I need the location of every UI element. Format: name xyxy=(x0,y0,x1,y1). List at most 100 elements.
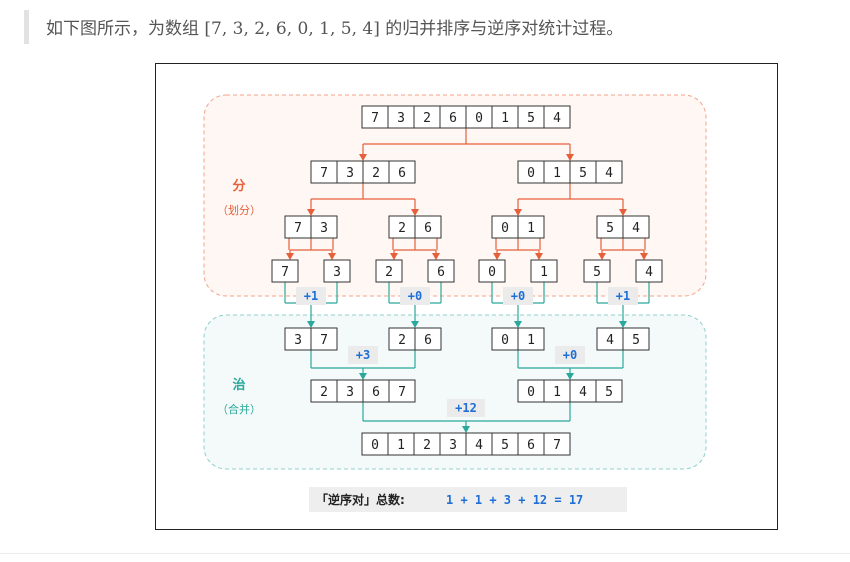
merge-level0-box-cell: 7 xyxy=(320,333,328,348)
divide-level1-box: 0 1 5 4 xyxy=(517,160,623,184)
divide-level2-box-cell: 1 xyxy=(527,221,535,236)
divide-level2-box-cell: 0 xyxy=(501,221,509,236)
divide-level2-box-cell: 2 xyxy=(398,221,406,236)
divide-level0-box: 7 3 2 6 0 1 5 4 xyxy=(361,105,571,129)
divide-level0-box-cell: 1 xyxy=(501,111,509,126)
divide-level1-box-cell: 6 xyxy=(398,166,406,181)
caption: 如下图所示，为数组 [7, 3, 2, 6, 0, 1, 5, 4] 的归并排序… xyxy=(46,14,623,39)
divide-level2-box-cell: 7 xyxy=(294,221,302,236)
caption-prefix: 如下图所示，为数组 xyxy=(46,19,205,39)
inversion-count-level3-text: +12 xyxy=(455,401,477,415)
inversion-count-level2-text: +3 xyxy=(356,348,370,362)
divide-level3-box: 6 xyxy=(427,259,455,283)
divide-level0-box-cell: 4 xyxy=(553,111,561,126)
inversion-count-level1-text: +1 xyxy=(304,289,318,303)
divide-level3-box-cell: 0 xyxy=(488,265,496,280)
divide-level2-box: 26 xyxy=(388,215,442,239)
divide-level2-box-cell: 5 xyxy=(606,221,614,236)
merge-title: 治 xyxy=(232,377,245,393)
divide-level3-box: 1 xyxy=(530,259,558,283)
caption-array: [7, 3, 2, 6, 0, 1, 5, 4] xyxy=(204,19,380,39)
merge-level1-box: 0 1 4 5 xyxy=(517,379,623,403)
inversion-count-level1-text: +0 xyxy=(511,289,525,303)
divide-level3-box-cell: 4 xyxy=(645,265,653,280)
divide-level3-box-cell: 6 xyxy=(437,265,445,280)
divide-level1-box: 7 3 2 6 xyxy=(310,160,416,184)
merge-level0-box-cell: 2 xyxy=(398,333,406,348)
diagram-frame: 7326015473260154732601547326015437260145… xyxy=(155,63,778,530)
inversion-count-level2-text: +0 xyxy=(563,348,577,362)
divide-level1-box-cell: 2 xyxy=(372,166,380,181)
merge-level0-box-cell: 3 xyxy=(294,333,302,348)
inversion-count-level1: +0 xyxy=(503,287,533,305)
divide-level2-box-cell: 4 xyxy=(632,221,640,236)
merge-level0-box: 45 xyxy=(596,327,650,351)
divide-level2-box-cell: 3 xyxy=(320,221,328,236)
merge-level2-box-cell: 2 xyxy=(423,438,431,453)
divide-level0-box-cell: 6 xyxy=(449,111,457,126)
divide-subtitle: （划分） xyxy=(217,204,261,217)
divide-level3-box: 3 xyxy=(323,259,351,283)
merge-sort-diagram: 7 3 2 6 0 1 5 47 3 2 6 0 1 5 47 3 2 6 0 1 5 47 3 2 6 0 1 5 43 7 2 6 0 1 4 5… xyxy=(203,94,707,512)
divide-level1-box-cell: 3 xyxy=(346,166,354,181)
inversion-count-level1: +0 xyxy=(400,287,430,305)
inversion-count-level3: +12 xyxy=(447,399,485,417)
merge-level0-box: 01 xyxy=(491,327,545,351)
merge-level0-box: 37 xyxy=(284,327,338,351)
divide-level0-box-cell: 5 xyxy=(527,111,535,126)
divide-level3-box-cell: 7 xyxy=(281,265,289,280)
inversion-count-level1: +1 xyxy=(608,287,638,305)
inversion-count-level2: +0 xyxy=(555,346,585,364)
merge-level2-box-cell: 4 xyxy=(475,438,483,453)
inversion-count-level1-text: +1 xyxy=(616,289,630,303)
merge-level0-box-cell: 1 xyxy=(527,333,535,348)
divide-title: 分 xyxy=(232,178,245,194)
divide-level3-box-cell: 3 xyxy=(333,265,341,280)
divide-level2-box: 73 xyxy=(284,215,338,239)
divide-level0-box-cell: 0 xyxy=(475,111,483,126)
merge-level2-box-cell: 6 xyxy=(527,438,535,453)
blockquote-bar xyxy=(24,10,29,44)
divide-level3-box: 2 xyxy=(375,259,403,283)
divide-level1-box-cell: 7 xyxy=(320,166,328,181)
divide-level1-box-cell: 0 xyxy=(527,166,535,181)
divide-level3-box: 7 xyxy=(271,259,299,283)
divide-level0-box-cell: 7 xyxy=(371,111,379,126)
divide-level3-box-cell: 5 xyxy=(593,265,601,280)
divide-level3-box: 5 xyxy=(583,259,611,283)
merge-level1-box-cell: 0 xyxy=(527,385,535,400)
divide-level0-box-cell: 3 xyxy=(397,111,405,126)
merge-level2-box-cell: 5 xyxy=(501,438,509,453)
divide-level0-box-cell: 2 xyxy=(423,111,431,126)
merge-level2-box: 0 1 2 3 4 5 6 7 xyxy=(361,432,571,456)
divide-level3-box: 4 xyxy=(635,259,663,283)
inversion-summary-label: 「逆序对」总数: xyxy=(316,492,405,507)
divide-level1-box-cell: 4 xyxy=(605,166,613,181)
merge-level1-box-cell: 7 xyxy=(398,385,406,400)
merge-level1-box-cell: 3 xyxy=(346,385,354,400)
divide-level1-box-cell: 1 xyxy=(553,166,561,181)
bottom-rule xyxy=(0,553,850,554)
merge-level1-box: 2 3 6 7 xyxy=(310,379,416,403)
merge-level0-box-cell: 6 xyxy=(424,333,432,348)
merge-level0-box-cell: 0 xyxy=(501,333,509,348)
divide-level2-box: 54 xyxy=(596,215,650,239)
merge-level2-box-cell: 7 xyxy=(553,438,561,453)
inversion-count-level1: +1 xyxy=(296,287,326,305)
divide-level3-box-cell: 2 xyxy=(385,265,393,280)
merge-level2-box-cell: 0 xyxy=(371,438,379,453)
caption-suffix: 的归并排序与逆序对统计过程。 xyxy=(379,19,624,39)
inversion-summary-expression: 1 + 1 + 3 + 12 = 17 xyxy=(446,493,583,507)
merge-level0-box-cell: 5 xyxy=(632,333,640,348)
divide-level3-box-cell: 1 xyxy=(540,265,548,280)
merge-level1-box-cell: 1 xyxy=(553,385,561,400)
merge-subtitle: （合并） xyxy=(217,402,261,416)
divide-level2-box: 01 xyxy=(491,215,545,239)
merge-level1-box-cell: 6 xyxy=(372,385,380,400)
inversion-count-level2: +3 xyxy=(348,346,378,364)
merge-level0-box-cell: 4 xyxy=(606,333,614,348)
merge-level1-box-cell: 5 xyxy=(605,385,613,400)
merge-level1-box-cell: 4 xyxy=(579,385,587,400)
divide-level2-box-cell: 6 xyxy=(424,221,432,236)
merge-level2-box-cell: 1 xyxy=(397,438,405,453)
